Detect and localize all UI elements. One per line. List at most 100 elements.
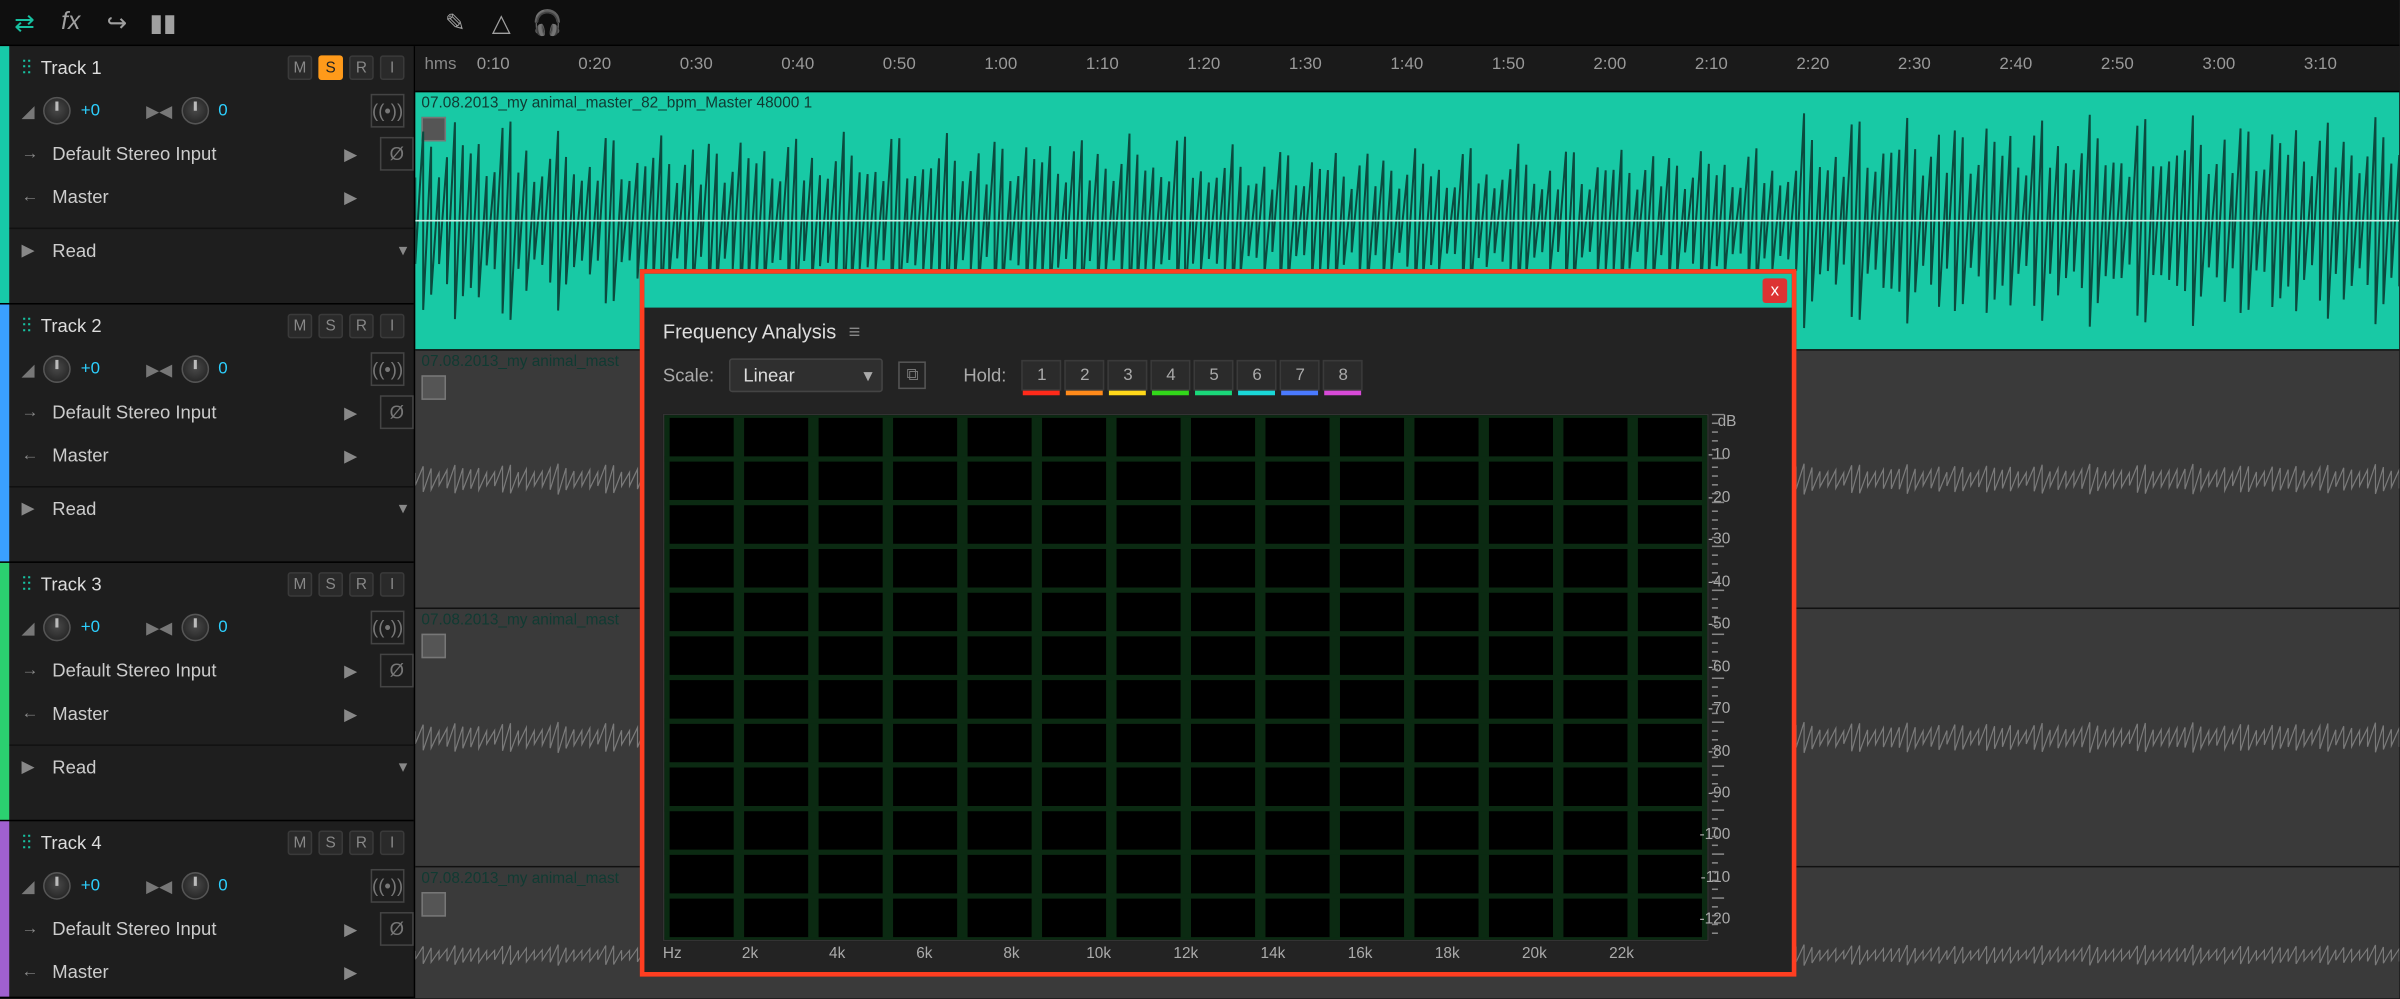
mute-button[interactable]: M [288, 572, 313, 597]
volume-icon: ◢ [22, 618, 35, 638]
phase-icon[interactable]: Ø [380, 654, 414, 688]
expand-icon[interactable]: ▶ [22, 498, 44, 518]
dialog-titlebar[interactable]: x [644, 274, 1791, 308]
x-tick: 22k [1609, 946, 1634, 963]
track-name[interactable]: Track 2 [41, 315, 102, 337]
pan-knob[interactable] [181, 872, 209, 900]
solo-button[interactable]: S [318, 831, 343, 856]
input-monitor-button[interactable]: I [380, 831, 405, 856]
frequency-graph[interactable]: dB -10-20-30-40-50-60-70-80-90-100-110-1… [663, 414, 1773, 963]
automation-mode[interactable]: Read [52, 239, 383, 261]
close-icon[interactable]: x [1763, 278, 1788, 303]
input-route[interactable]: Default Stereo Input [52, 918, 330, 940]
output-route[interactable]: Master [52, 703, 330, 725]
volume-value: +0 [81, 877, 100, 895]
input-arrow-icon: → [22, 403, 44, 421]
chevron-right-icon[interactable]: ▶ [340, 445, 362, 465]
output-arrow-icon: ← [22, 963, 44, 981]
input-monitor-button[interactable]: I [380, 572, 405, 597]
record-button[interactable]: R [349, 314, 374, 339]
stereo-icon[interactable]: ((•)) [371, 352, 405, 386]
expand-icon[interactable]: ▶ [22, 757, 44, 777]
ruler-tick: 2:20 [1796, 55, 1829, 73]
stereo-icon[interactable]: ((•)) [371, 94, 405, 128]
mute-button[interactable]: M [288, 314, 313, 339]
mute-button[interactable]: M [288, 55, 313, 80]
chevron-down-icon[interactable]: ▾ [392, 240, 414, 260]
hold-slot[interactable]: 3 [1108, 360, 1148, 391]
volume-knob[interactable] [44, 97, 72, 125]
expand-icon[interactable]: ▶ [22, 240, 44, 260]
phase-icon[interactable]: Ø [380, 912, 414, 946]
ruler-tick: 1:20 [1187, 55, 1220, 73]
chevron-right-icon[interactable]: ▶ [340, 919, 362, 939]
fx-icon[interactable]: fx [55, 7, 86, 38]
pan-icon: ▶◀ [146, 618, 172, 638]
send-icon[interactable]: ↪ [102, 7, 133, 38]
phase-icon[interactable]: Ø [380, 395, 414, 429]
solo-button[interactable]: S [318, 55, 343, 80]
track-name[interactable]: Track 4 [41, 832, 102, 854]
hold-slot[interactable]: 7 [1280, 360, 1320, 391]
time-ruler[interactable]: hms 0:100:200:300:400:501:001:101:201:30… [415, 46, 2399, 92]
mute-button[interactable]: M [288, 831, 313, 856]
hold-slot[interactable]: 1 [1022, 360, 1062, 391]
output-route[interactable]: Master [52, 444, 330, 466]
chevron-down-icon[interactable]: ▾ [392, 498, 414, 518]
hold-slot[interactable]: 6 [1237, 360, 1277, 391]
chevron-right-icon[interactable]: ▶ [340, 402, 362, 422]
chevron-down-icon[interactable]: ▾ [392, 757, 414, 777]
x-tick: 14k [1261, 946, 1286, 963]
phase-icon[interactable]: Ø [380, 137, 414, 171]
hold-slot[interactable]: 5 [1194, 360, 1234, 391]
automation-mode[interactable]: Read [52, 756, 383, 778]
headphone-icon[interactable]: 🎧 [532, 7, 563, 38]
chevron-right-icon[interactable]: ▶ [340, 704, 362, 724]
clip-label: 07.08.2013_my animal_master_82_bpm_Maste… [421, 95, 812, 112]
input-route[interactable]: Default Stereo Input [52, 660, 330, 682]
chevron-right-icon[interactable]: ▶ [340, 962, 362, 982]
hold-slots: 12345678 [1022, 360, 1363, 391]
pan-knob[interactable] [181, 355, 209, 383]
track-name[interactable]: Track 3 [41, 574, 102, 596]
record-button[interactable]: R [349, 572, 374, 597]
volume-knob[interactable] [44, 614, 72, 642]
solo-button[interactable]: S [318, 314, 343, 339]
hold-slot[interactable]: 8 [1323, 360, 1363, 391]
scale-select[interactable]: Linear [730, 358, 884, 392]
ruler-tick: 1:50 [1492, 55, 1525, 73]
stereo-icon[interactable]: ((•)) [371, 869, 405, 903]
volume-knob[interactable] [44, 355, 72, 383]
input-route[interactable]: Default Stereo Input [52, 401, 330, 423]
marker-icon[interactable]: ✎ [440, 7, 471, 38]
input-monitor-button[interactable]: I [380, 314, 405, 339]
automation-mode[interactable]: Read [52, 498, 383, 520]
input-route[interactable]: Default Stereo Input [52, 143, 330, 165]
volume-icon: ◢ [22, 876, 35, 896]
pan-knob[interactable] [181, 614, 209, 642]
copy-icon[interactable]: ⧉ [899, 361, 927, 389]
output-route[interactable]: Master [52, 961, 330, 983]
hold-slot[interactable]: 2 [1065, 360, 1105, 391]
ruler-tick: 3:00 [2202, 55, 2235, 73]
pan-knob[interactable] [181, 97, 209, 125]
stereo-icon[interactable]: ((•)) [371, 611, 405, 645]
chevron-right-icon[interactable]: ▶ [340, 661, 362, 681]
volume-knob[interactable] [44, 872, 72, 900]
chevron-right-icon[interactable]: ▶ [340, 187, 362, 207]
record-button[interactable]: R [349, 831, 374, 856]
chevron-right-icon[interactable]: ▶ [340, 144, 362, 164]
hold-slot[interactable]: 4 [1151, 360, 1191, 391]
solo-button[interactable]: S [318, 572, 343, 597]
output-route[interactable]: Master [52, 186, 330, 208]
panel-menu-icon[interactable]: ≡ [849, 320, 861, 343]
output-arrow-icon: ← [22, 446, 44, 464]
route-icon[interactable]: ⇄ [9, 7, 40, 38]
meter-icon[interactable]: ▮▮ [148, 7, 179, 38]
input-monitor-button[interactable]: I [380, 55, 405, 80]
input-arrow-icon: → [22, 920, 44, 938]
record-button[interactable]: R [349, 55, 374, 80]
track-name[interactable]: Track 1 [41, 57, 102, 79]
metronome-icon[interactable]: △ [486, 7, 517, 38]
x-tick: 12k [1173, 946, 1198, 963]
